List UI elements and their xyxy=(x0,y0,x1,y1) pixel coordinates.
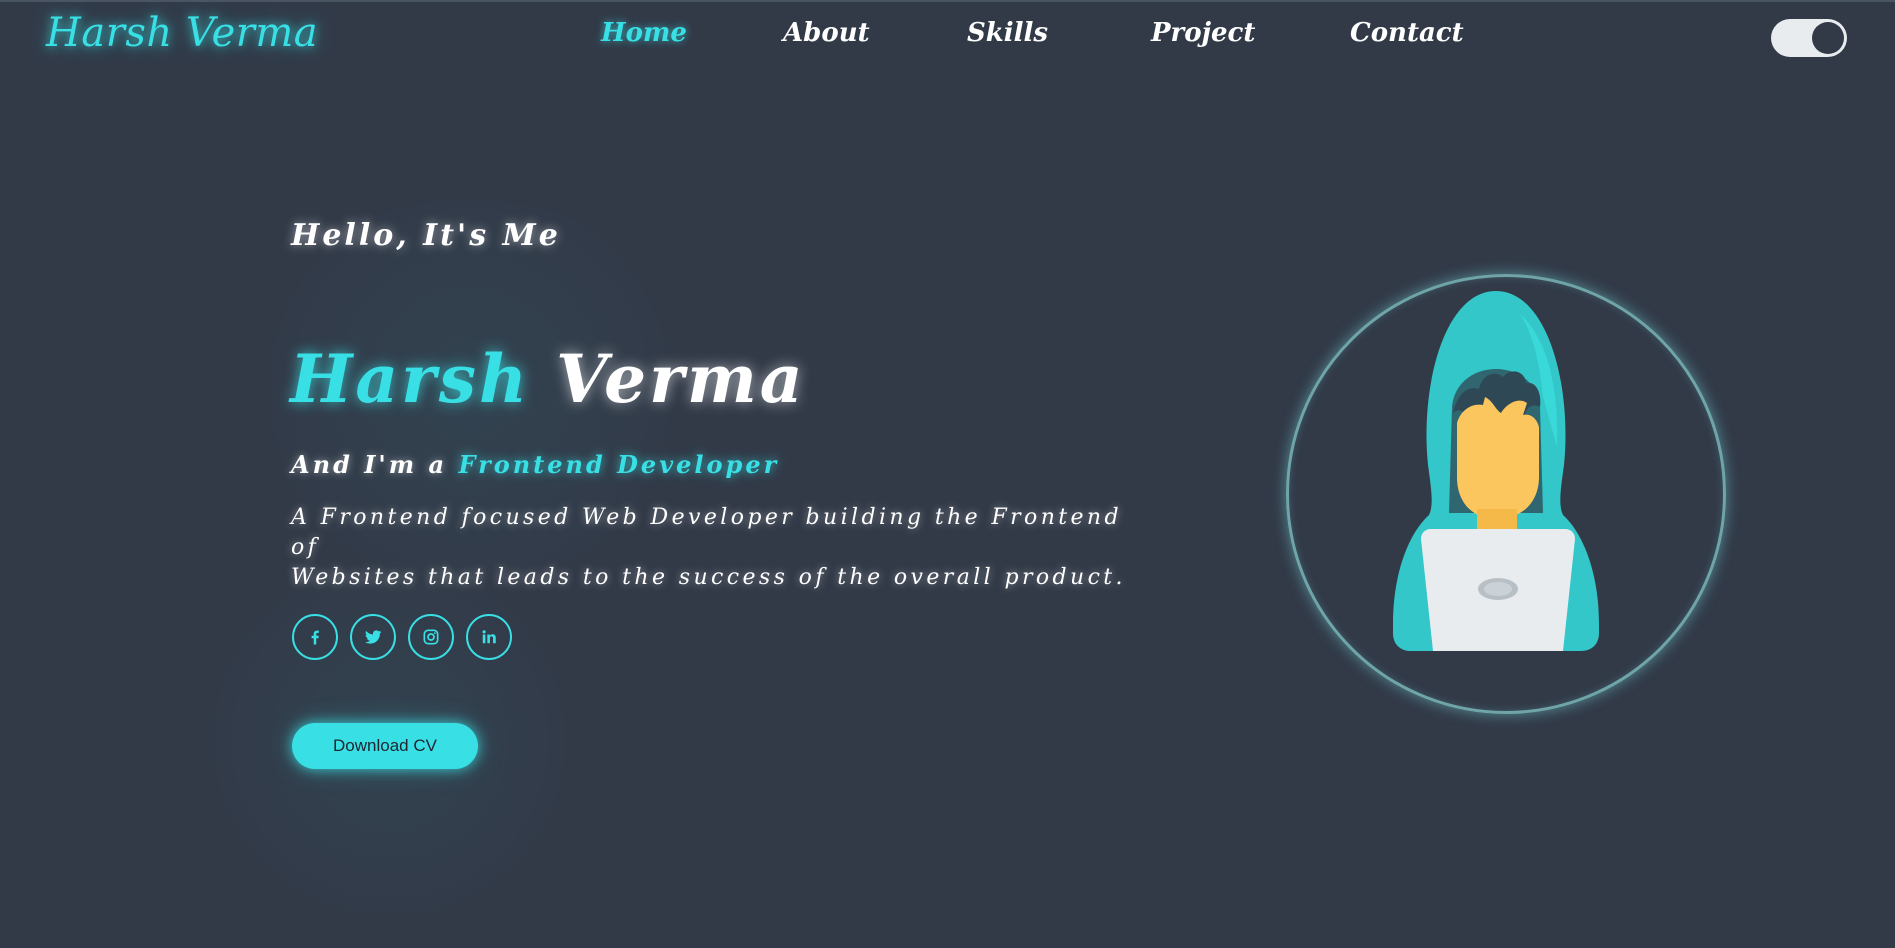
facebook-icon xyxy=(311,630,319,645)
hero-description-line: A Frontend focused Web Developer buildin… xyxy=(291,505,1122,560)
avatar-frame xyxy=(1286,274,1726,714)
nav-contact[interactable]: Contact xyxy=(1350,18,1464,48)
twitter-link[interactable] xyxy=(350,614,396,660)
hero-role-prefix: And I'm a xyxy=(291,450,448,479)
toggle-knob xyxy=(1812,22,1844,54)
facebook-link[interactable] xyxy=(292,614,338,660)
hero-description-line: Websites that leads to the success of th… xyxy=(291,565,1126,590)
instagram-icon xyxy=(423,629,439,645)
hacker-avatar-illustration xyxy=(1393,291,1599,651)
theme-toggle[interactable] xyxy=(1771,19,1847,57)
hero-name-last: Verma xyxy=(556,340,806,418)
hero-role: And I'm a Frontend Developer xyxy=(291,450,779,479)
hero-name-first: Harsh xyxy=(290,340,531,418)
nav-project[interactable]: Project xyxy=(1151,18,1255,48)
instagram-link[interactable] xyxy=(408,614,454,660)
linkedin-link[interactable] xyxy=(466,614,512,660)
hero-section: Hello, It's Me Harsh Verma And I'm a Fro… xyxy=(290,0,1150,948)
twitter-icon xyxy=(365,630,382,644)
linkedin-icon xyxy=(482,630,496,644)
hero-name: Harsh Verma xyxy=(290,340,806,418)
hero-description: A Frontend focused Web Developer buildin… xyxy=(291,503,1151,593)
hero-greeting: Hello, It's Me xyxy=(291,218,561,253)
download-cv-button[interactable]: Download CV xyxy=(292,723,478,769)
hero-role-highlight: Frontend Developer xyxy=(458,450,780,479)
